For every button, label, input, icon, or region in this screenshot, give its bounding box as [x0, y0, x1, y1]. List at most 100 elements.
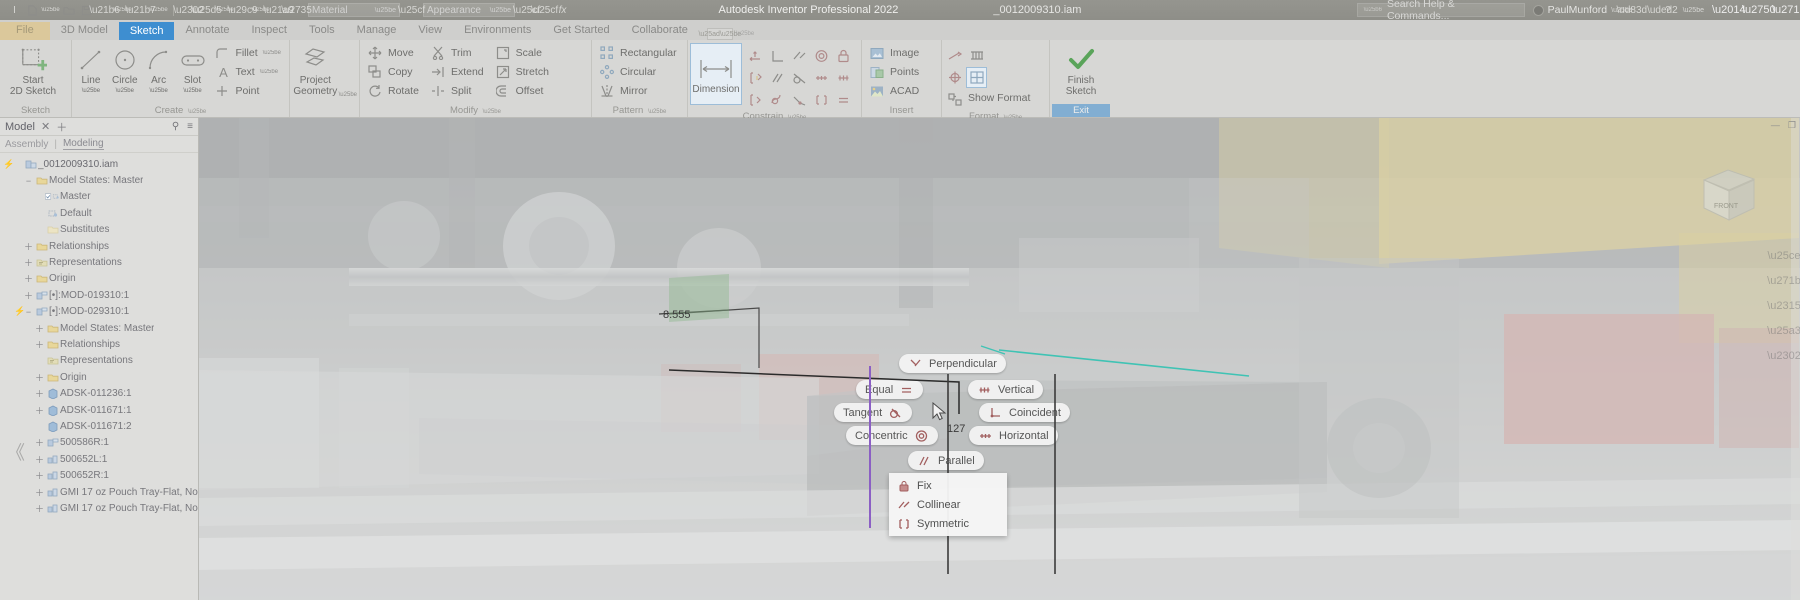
- new-dropdown-icon[interactable]: \u25be: [41, 4, 59, 17]
- appearance-ball-icon[interactable]: \u25cf: [398, 4, 425, 17]
- tab-tools[interactable]: Tools: [298, 22, 346, 40]
- tree-toggle-icon[interactable]: ＋: [34, 453, 45, 466]
- appearance-ball3-icon[interactable]: \u25cf: [531, 4, 558, 17]
- relax-mode-icon[interactable]: [745, 89, 766, 110]
- tree-toggle-icon[interactable]: ＋: [34, 338, 45, 351]
- orbit-icon[interactable]: \u25ce: [1767, 248, 1800, 264]
- copy-button[interactable]: Copy: [364, 63, 423, 81]
- cart-icon[interactable]: \ud83d\uded2: [1617, 4, 1678, 17]
- collinear-icon[interactable]: [789, 45, 810, 66]
- tab-collaborate[interactable]: Collaborate: [621, 22, 699, 40]
- appearance-combo[interactable]: Appearance \u25be: [423, 3, 515, 17]
- construction-line-icon[interactable]: [944, 45, 965, 66]
- tree-item[interactable]: ＋ Model States: Master: [0, 320, 198, 336]
- tab-3d-model[interactable]: 3D Model: [50, 22, 119, 40]
- new-icon[interactable]: [26, 4, 39, 17]
- graphics-viewport[interactable]: — ❐ FRONT \u25ce \u271b \u2315 \u25a3 \u…: [199, 118, 1800, 600]
- tree-item[interactable]: Master: [0, 189, 198, 205]
- show-format-icon[interactable]: [944, 89, 965, 110]
- minimize-button[interactable]: \u2014: [1712, 4, 1746, 16]
- tree-toggle-icon[interactable]: ＋: [34, 371, 45, 384]
- text-button[interactable]: A Text \u25be: [211, 63, 285, 81]
- auto-dimension-icon[interactable]: [745, 45, 766, 66]
- search-icon[interactable]: ⚲: [172, 121, 179, 132]
- tree-item[interactable]: ＋ 500586R:1: [0, 435, 198, 451]
- chevron-down-icon[interactable]: \u25be: [263, 50, 281, 56]
- centerline-icon[interactable]: [966, 45, 987, 66]
- tree-toggle-icon[interactable]: ＋: [23, 289, 34, 302]
- tab-sketch[interactable]: Sketch: [118, 22, 175, 40]
- material-wheel-icon[interactable]: \u2735: [281, 4, 312, 17]
- fillet-button[interactable]: Fillet \u25be: [211, 44, 285, 62]
- tree-toggle-icon[interactable]: ＋: [34, 387, 45, 400]
- parallel-icon[interactable]: [767, 67, 788, 88]
- stretch-button[interactable]: Stretch: [492, 63, 553, 81]
- concentric-icon[interactable]: [811, 45, 832, 66]
- add-tab-icon[interactable]: ＋: [56, 119, 67, 135]
- perpendicular-icon[interactable]: [767, 45, 788, 66]
- collapse-browser-icon[interactable]: 《: [6, 438, 25, 465]
- tab-file[interactable]: File: [0, 22, 50, 40]
- tab-manage[interactable]: Manage: [346, 22, 408, 40]
- trim-button[interactable]: Trim: [427, 44, 488, 62]
- tree-item[interactable]: ＋ ADSK-011671:1: [0, 402, 198, 418]
- rotate-button[interactable]: Rotate: [364, 82, 423, 100]
- menu-item-vertical[interactable]: Vertical: [968, 380, 1044, 399]
- redo-dropdown-icon[interactable]: \u25be: [149, 4, 167, 17]
- tree-toggle-icon[interactable]: ＋: [23, 240, 34, 253]
- panel-expand-icon[interactable]: \u25be: [648, 109, 666, 115]
- undo-icon[interactable]: \u21b6: [89, 4, 120, 17]
- mirror-button[interactable]: Mirror: [596, 82, 681, 100]
- tree-item[interactable]: ＋ [•]:MOD-019310:1: [0, 287, 198, 303]
- tree-toggle-icon[interactable]: ＋: [34, 436, 45, 449]
- submenu-item-collinear[interactable]: Collinear: [889, 495, 1007, 514]
- tree-item[interactable]: ＋ ADSK-011236:1: [0, 385, 198, 401]
- viewport-minimize-button[interactable]: —: [1771, 120, 1780, 131]
- tab-get-started[interactable]: Get Started: [542, 22, 620, 40]
- offset-button[interactable]: Offset: [492, 82, 553, 100]
- equal-icon[interactable]: [833, 89, 854, 110]
- open-icon[interactable]: [62, 4, 75, 17]
- chevron-down-icon[interactable]: \u25be: [149, 86, 167, 97]
- constraint-submenu[interactable]: Fix Collinear Symmetric: [889, 473, 1007, 536]
- ribbon-display-combo[interactable]: \u25ad\u25be: [698, 28, 741, 40]
- chevron-down-icon[interactable]: \u25be: [116, 86, 134, 97]
- extend-button[interactable]: Extend: [427, 63, 488, 81]
- appearance-sphere-icon[interactable]: \u25d5: [191, 4, 222, 17]
- menu-item-tangent[interactable]: Tangent: [834, 403, 913, 422]
- menu-item-equal[interactable]: Equal: [856, 380, 924, 399]
- slot-button[interactable]: Slot \u25be: [176, 43, 210, 99]
- viewport-maximize-button[interactable]: ❐: [1788, 120, 1796, 131]
- symmetric-icon[interactable]: [811, 89, 832, 110]
- tree-item[interactable]: − Model States: Master: [0, 172, 198, 188]
- help-icon[interactable]: ?: [1662, 4, 1675, 17]
- menu-item-parallel[interactable]: Parallel: [908, 451, 984, 470]
- show-format-button[interactable]: Show Format: [966, 89, 1032, 107]
- menu-item-coincident[interactable]: Coincident: [979, 403, 1070, 422]
- close-icon[interactable]: ✕: [41, 120, 50, 133]
- browser-tab-modeling[interactable]: Modeling: [62, 138, 104, 150]
- tree-toggle-icon[interactable]: ＋: [34, 322, 45, 335]
- tree-item[interactable]: ＋ Origin: [0, 271, 198, 287]
- rectangular-pattern-button[interactable]: Rectangular: [596, 44, 681, 62]
- menu-item-concentric[interactable]: Concentric: [846, 426, 938, 445]
- tree-toggle-icon[interactable]: −: [23, 307, 34, 317]
- tree-item[interactable]: ADSK-011671:2: [0, 418, 198, 434]
- coincident-icon[interactable]: [789, 89, 810, 110]
- smooth-icon[interactable]: [767, 89, 788, 110]
- split-button[interactable]: Split: [427, 82, 488, 100]
- look-at-icon[interactable]: \u25a3: [1767, 323, 1800, 339]
- submenu-item-symmetric[interactable]: Symmetric: [889, 514, 1007, 533]
- pan-icon[interactable]: \u271b: [1767, 273, 1800, 289]
- scale-button[interactable]: Scale: [492, 44, 553, 62]
- fx-icon[interactable]: fx: [556, 4, 569, 17]
- browser-tab-assembly[interactable]: Assembly: [5, 139, 48, 150]
- tree-item[interactable]: ＋ GMI 17 oz Pouch Tray-Flat, No Pouc: [0, 484, 198, 500]
- dimension-button[interactable]: Dimension: [690, 43, 742, 105]
- chevron-down-icon[interactable]: \u25be: [339, 92, 357, 98]
- tab-view[interactable]: View: [407, 22, 453, 40]
- fix-icon[interactable]: [833, 45, 854, 66]
- vertical-icon[interactable]: [833, 67, 854, 88]
- update-icon[interactable]: \u29c9: [227, 4, 257, 17]
- point-button[interactable]: Point: [211, 82, 285, 100]
